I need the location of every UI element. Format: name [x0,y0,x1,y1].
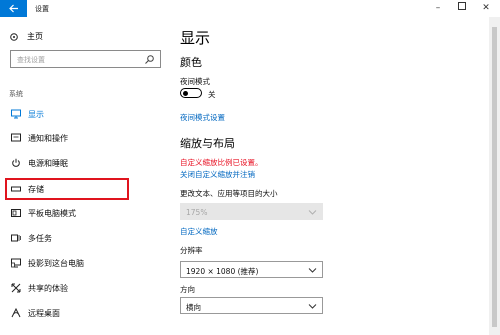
shared-experience-icon [11,283,21,293]
sidebar-item-display[interactable]: 显示 [0,104,167,124]
toggle-knob [183,90,188,96]
resolution-dropdown[interactable]: 1920 × 1080 (推荐) [180,261,323,278]
night-light-label: 夜间模式 [180,77,210,86]
custom-scale-off-link[interactable]: 关闭自定义缩放并注销 [180,169,255,180]
sidebar-item-project[interactable]: 投影到这台电脑 [0,253,167,273]
chevron-down-icon [308,304,317,309]
resolution-value: 1920 × 1080 (推荐) [186,267,259,276]
search-input[interactable]: 查找设置 [10,50,161,68]
chevron-down-icon [308,210,317,215]
sidebar-item-notifications[interactable]: 通知和操作 [0,128,167,148]
remote-desktop-icon [11,308,21,318]
notification-icon [11,133,21,142]
sidebar-item-label: 远程桌面 [28,309,60,318]
color-heading: 颜色 [180,56,202,69]
sidebar-item-label: 共享的体验 [28,284,68,293]
window-title: 设置 [35,5,49,13]
sidebar-item-label: 投影到这台电脑 [28,259,84,268]
minimize-button[interactable]: – [430,2,446,14]
home-label: 主页 [27,32,43,41]
text-size-dropdown[interactable]: 175% [180,203,323,220]
tablet-mode-icon [11,209,21,217]
sidebar-item-tablet-mode[interactable]: 平板电脑模式 [0,203,167,223]
maximize-icon [458,2,466,10]
sidebar-item-multitasking[interactable]: 多任务 [0,228,167,248]
night-light-toggle[interactable] [180,88,202,98]
title-bar: 设置 – ✕ [0,0,500,17]
night-light-settings-link[interactable]: 夜间模式设置 [180,112,225,123]
power-icon [12,158,20,167]
arrow-left-icon [8,4,18,13]
orientation-value: 横向 [186,303,201,312]
custom-scale-link[interactable]: 自定义缩放 [180,226,218,237]
text-size-value: 175% [186,208,208,217]
close-button[interactable]: ✕ [478,2,494,14]
text-size-label: 更改文本、应用等项目的大小 [180,189,278,198]
storage-highlight-box [5,178,129,200]
multitasking-icon [11,234,21,242]
orientation-label: 方向 [180,285,195,294]
sidebar-item-label: 电源和睡眠 [28,159,68,168]
section-label-system: 系统 [9,90,23,98]
sidebar-item-power[interactable]: 电源和睡眠 [0,153,167,173]
resolution-label: 分辨率 [180,246,203,255]
home-icon [10,32,18,41]
project-icon [11,258,21,268]
maximize-button[interactable] [454,2,470,14]
sidebar-item-label: 平板电脑模式 [28,209,76,218]
page-title: 显示 [180,29,211,47]
display-settings-panel: 显示 颜色 夜间模式 关 夜间模式设置 缩放与布局 自定义缩放比例已设置。 关闭… [167,17,485,335]
sidebar-home[interactable]: 主页 [9,31,43,42]
back-button[interactable] [0,0,27,17]
chevron-down-icon [308,268,317,273]
sidebar-item-label: 通知和操作 [28,134,68,143]
scrollbar-thumb[interactable] [492,27,497,327]
scale-layout-heading: 缩放与布局 [180,137,235,150]
sidebar-item-label: 多任务 [28,234,52,243]
search-icon [145,55,154,64]
sidebar-item-label: 显示 [28,110,44,119]
orientation-dropdown[interactable]: 横向 [180,297,323,314]
night-light-state: 关 [208,90,216,99]
sidebar-item-remote-desktop[interactable]: 远程桌面 [0,303,167,323]
scrollbar[interactable] [489,17,500,335]
display-icon [11,109,21,119]
sidebar-item-shared-experience[interactable]: 共享的体验 [0,278,167,298]
search-placeholder: 查找设置 [17,56,45,64]
custom-scale-warning: 自定义缩放比例已设置。 [180,158,263,167]
